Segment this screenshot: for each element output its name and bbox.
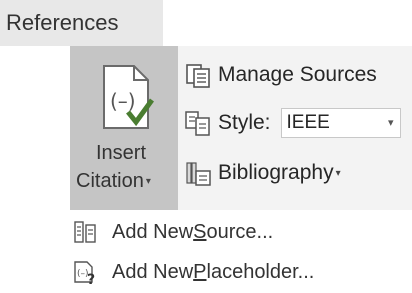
references-tab-label: References: [6, 10, 119, 35]
menu-item-add-new-source[interactable]: Add New Source...: [62, 212, 412, 252]
manage-sources-icon: [186, 64, 210, 88]
insert-citation-menu: Add New Source... (–) ? Add New Placehol…: [62, 210, 412, 293]
bibliography-icon: [186, 162, 211, 186]
insert-citation-label-1: Insert: [96, 142, 147, 164]
chevron-down-icon: ▾: [388, 117, 394, 129]
add-new-placeholder-prefix: Add New: [112, 260, 194, 283]
chevron-down-icon: ▾: [335, 167, 341, 179]
style-icon: [185, 111, 210, 136]
style-dropdown[interactable]: IEEE ▾: [280, 108, 401, 138]
add-new-source-prefix: Add New: [112, 220, 194, 243]
add-source-icon: [74, 221, 96, 243]
references-tab[interactable]: References: [0, 0, 163, 46]
insert-citation-icon: (–): [103, 65, 154, 129]
style-label: Style:: [218, 111, 271, 134]
style-value: IEEE: [286, 112, 330, 133]
add-new-placeholder-suffix: laceholder...: [206, 260, 315, 283]
add-new-placeholder-accelerator: P: [193, 260, 207, 283]
bibliography-button[interactable]: Bibliography ▾: [184, 156, 341, 190]
insert-citation-label-2-text: Citation: [76, 170, 144, 192]
manage-sources-button[interactable]: Manage Sources: [184, 58, 377, 92]
svg-text:(–): (–): [110, 89, 136, 113]
bibliography-label: Bibliography: [218, 161, 334, 184]
svg-text:?: ?: [87, 272, 95, 285]
menu-item-add-new-placeholder[interactable]: (–) ? Add New Placeholder...: [62, 252, 412, 292]
style-row: Style: IEEE ▾: [184, 106, 401, 140]
add-new-source-accelerator: S: [193, 220, 207, 243]
insert-citation-button[interactable]: (–) Insert Citation ▾: [70, 46, 178, 210]
insert-citation-label-2: Citation ▾: [76, 170, 151, 193]
add-placeholder-icon: (–) ?: [74, 261, 95, 285]
add-new-source-suffix: ource...: [206, 220, 274, 243]
manage-sources-label: Manage Sources: [218, 63, 377, 86]
chevron-down-icon: ▾: [145, 176, 151, 187]
